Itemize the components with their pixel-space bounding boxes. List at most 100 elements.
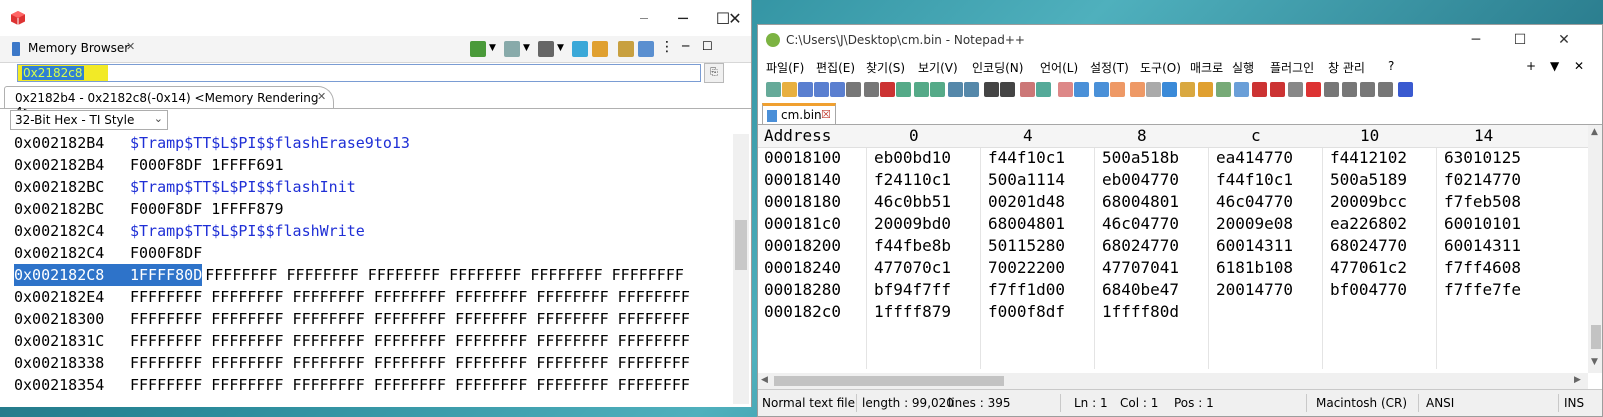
toolbar-icon[interactable]	[1270, 82, 1285, 97]
toolbar-icon[interactable]	[766, 82, 781, 97]
maximize-button[interactable]: ☐	[1498, 27, 1542, 53]
rendering-tab[interactable]: 0x2182b4 - 0x2182c8(-0x14) <Memory Rende…	[4, 86, 334, 119]
hex-cell[interactable]: 46c04770	[1216, 191, 1293, 213]
dropdown-icon[interactable]: ▼	[557, 43, 564, 53]
editor-vertical-scrollbar[interactable]: ▲ ▼	[1588, 125, 1602, 373]
toolbar-icon[interactable]	[964, 82, 979, 97]
menu-control[interactable]: ✕	[1574, 59, 1584, 73]
hex-cell[interactable]: f7ff1d00	[988, 279, 1065, 301]
tab-close-icon[interactable]: ☒	[821, 108, 831, 121]
toolbar-icon[interactable]	[1094, 82, 1109, 97]
connect-icon[interactable]	[470, 41, 486, 57]
hex-cell[interactable]: ea414770	[1216, 147, 1293, 169]
toolbar-icon[interactable]	[1020, 82, 1035, 97]
toolbar-icon[interactable]	[984, 82, 999, 97]
hex-cell[interactable]: 68004801	[1102, 191, 1179, 213]
hex-cell[interactable]: 60014311	[1444, 235, 1521, 257]
row-address[interactable]: 00018240	[764, 257, 841, 279]
hex-cell[interactable]: 70022200	[988, 257, 1065, 279]
hex-cell[interactable]: 00201d48	[988, 191, 1065, 213]
hex-cell[interactable]: f44fbe8b	[874, 235, 951, 257]
memory-row[interactable]: 0x002182E4 FFFFFFFF FFFFFFFF FFFFFFFF FFF…	[14, 286, 690, 308]
memory-row[interactable]: 0x002182BC F000F8DF 1FFFF879	[14, 198, 284, 220]
memory-row[interactable]: 0x0021831C FFFFFFFF FFFFFFFF FFFFFFFF FFF…	[14, 330, 690, 352]
view-maximize-icon[interactable]: ☐	[702, 39, 713, 53]
hex-editor[interactable]: Address 0 4 8 c 10 14 00018100 eb00bd10 f44f10c1 5…	[758, 125, 1588, 373]
toolbar-icon[interactable]	[1306, 82, 1321, 97]
tab-close-icon[interactable]: ✕	[317, 90, 326, 103]
view-menu-icon[interactable]: ⋮	[660, 39, 674, 55]
menu-item[interactable]: 매크로	[1190, 59, 1223, 76]
memory-row[interactable]: 0x002182B4 $Tramp$TT$L$PI$$flashErase9to1…	[14, 132, 410, 154]
memory-row[interactable]: 0x00218300 FFFFFFFF FFFFFFFF FFFFFFFF FFF…	[14, 308, 690, 330]
row-address[interactable]: 000182c0	[764, 301, 841, 323]
toolbar-icon[interactable]	[814, 82, 829, 97]
hex-cell[interactable]: 50115280	[988, 235, 1065, 257]
toolbar-icon[interactable]	[864, 82, 879, 97]
menu-item[interactable]: ?	[1388, 59, 1394, 73]
row-address[interactable]: 00018100	[764, 147, 841, 169]
toolbar-icon[interactable]	[782, 82, 797, 97]
toolbar-icon[interactable]	[896, 82, 911, 97]
hex-cell[interactable]: f44f10c1	[988, 147, 1065, 169]
hex-cell[interactable]: 500a518b	[1102, 147, 1179, 169]
hex-cell[interactable]: 46c0bb51	[874, 191, 951, 213]
menu-control[interactable]: +	[1526, 59, 1536, 73]
toolbar-icon[interactable]	[1180, 82, 1195, 97]
toolbar-icon[interactable]	[1378, 82, 1393, 97]
toolbar-icon[interactable]	[1074, 82, 1089, 97]
scroll-up-icon[interactable]: ▲	[1591, 127, 1598, 137]
hex-cell[interactable]: 1ffff80d	[1102, 301, 1179, 323]
dropdown-icon[interactable]: ▼	[523, 43, 530, 53]
hex-cell[interactable]: f44f10c1	[1216, 169, 1293, 191]
hex-cell[interactable]: 68024770	[1330, 235, 1407, 257]
hex-cell[interactable]: 46c04770	[1102, 213, 1179, 235]
hex-cell[interactable]: 1ffff879	[874, 301, 951, 323]
hex-cell[interactable]: 500a5189	[1330, 169, 1407, 191]
scroll-left-icon[interactable]: ◀	[761, 375, 768, 385]
memory-selected-value[interactable]: 1FFFF80D	[130, 264, 203, 286]
menu-item[interactable]: 도구(O)	[1140, 59, 1181, 76]
file-tab[interactable]: cm.bin ☒	[762, 103, 836, 125]
menu-item[interactable]: 인코딩(N)	[972, 59, 1023, 76]
format-select[interactable]: 32-Bit Hex - TI Style ⌄	[10, 110, 168, 130]
hex-cell[interactable]: f000f8df	[988, 301, 1065, 323]
pin-icon[interactable]	[638, 41, 654, 57]
toolbar-icon[interactable]	[948, 82, 963, 97]
hex-cell[interactable]: bf94f7ff	[874, 279, 951, 301]
toolbar-icon[interactable]	[1342, 82, 1357, 97]
hex-cell[interactable]: 500a1114	[988, 169, 1065, 191]
hex-cell[interactable]: 60014311	[1216, 235, 1293, 257]
hex-cell[interactable]: f24110c1	[874, 169, 951, 191]
menu-item[interactable]: 설정(T)	[1090, 59, 1129, 76]
hex-cell[interactable]: 68024770	[1102, 235, 1179, 257]
scrollbar-thumb[interactable]	[774, 376, 1004, 386]
hex-cell[interactable]: 477070c1	[874, 257, 951, 279]
toolbar-icon[interactable]	[846, 82, 861, 97]
toolbar-icon[interactable]	[1198, 82, 1213, 97]
toolbar-icon[interactable]	[1162, 82, 1177, 97]
row-address[interactable]: 000181c0	[764, 213, 841, 235]
hex-cell[interactable]: 47707041	[1102, 257, 1179, 279]
hex-cell[interactable]: 20009e08	[1216, 213, 1293, 235]
hex-cell[interactable]: f0214770	[1444, 169, 1521, 191]
toolbar-icon[interactable]	[1252, 82, 1267, 97]
scroll-down-icon[interactable]: ▼	[1591, 357, 1598, 367]
toolbar-icon[interactable]	[1036, 82, 1051, 97]
row-address[interactable]: 00018280	[764, 279, 841, 301]
toolbar-icon[interactable]	[914, 82, 929, 97]
menu-item[interactable]: 실행	[1232, 59, 1254, 76]
hex-cell[interactable]: f7ff4608	[1444, 257, 1521, 279]
menu-item[interactable]: 찾기(S)	[866, 59, 905, 76]
menu-item[interactable]: 편집(E)	[816, 59, 855, 76]
export-icon[interactable]	[504, 41, 520, 57]
hex-cell[interactable]: eb00bd10	[874, 147, 951, 169]
toolbar-icon[interactable]	[1398, 82, 1413, 97]
menu-item[interactable]: 언어(L)	[1040, 59, 1078, 76]
new-tab-icon[interactable]	[618, 41, 634, 57]
memory-row[interactable]: 0x002182C4 $Tramp$TT$L$PI$$flashWrite	[14, 220, 365, 242]
hex-cell[interactable]: ea226802	[1330, 213, 1407, 235]
toolbar-icon[interactable]	[1288, 82, 1303, 97]
scroll-right-icon[interactable]: ▶	[1574, 375, 1581, 385]
memory-row[interactable]: 0x002182C8 1FFFF80D FFFFFFFF FFFFFFFF FFFF…	[14, 264, 684, 286]
